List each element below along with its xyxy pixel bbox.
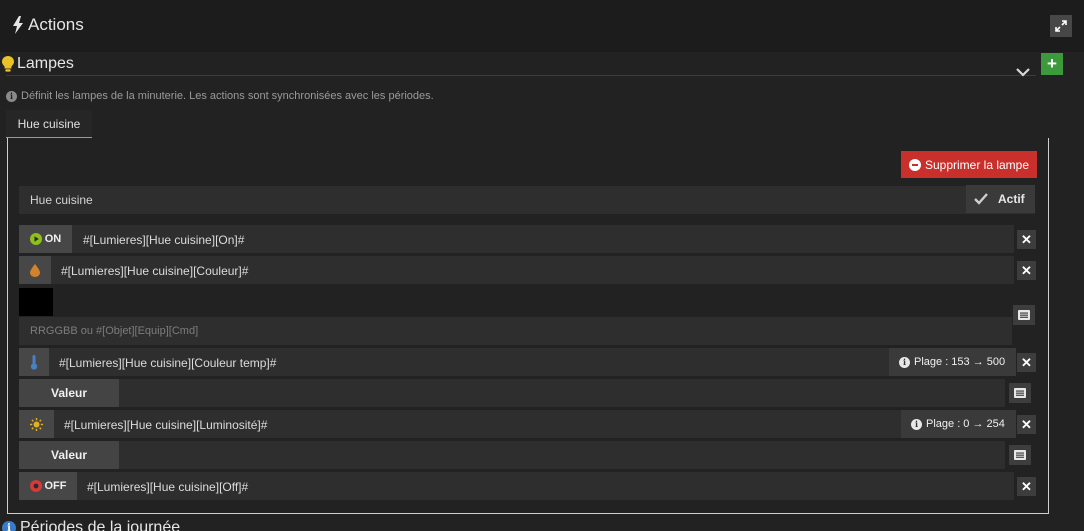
close-icon: ✕ <box>1021 231 1032 247</box>
list-icon <box>1018 310 1030 320</box>
on-command-button[interactable]: ON <box>19 225 72 253</box>
remove-on-button[interactable]: ✕ <box>1017 230 1036 249</box>
couleur-temp-value-button[interactable]: Valeur <box>19 379 119 407</box>
sun-icon <box>30 417 43 431</box>
section-hint: i Définit les lampes de la minuterie. Le… <box>6 90 434 102</box>
expand-button[interactable] <box>1050 15 1072 37</box>
expand-icon <box>1055 20 1067 32</box>
valeur-label: Valeur <box>50 448 88 462</box>
tab-label: Hue cuisine <box>17 116 81 131</box>
luminosite-command-button[interactable] <box>19 410 54 438</box>
couleur-command-button[interactable] <box>19 256 51 284</box>
delete-lamp-label: Supprimer la lampe <box>924 157 1030 172</box>
plus-icon: + <box>1047 54 1057 73</box>
panel-title: Actions <box>12 15 84 35</box>
hint-text: Définit les lampes de la minuterie. Les … <box>21 90 434 102</box>
color-value-placeholder: RRGGBB ou #[Objet][Equip][Cmd] <box>30 325 199 337</box>
select-command-button[interactable] <box>1009 383 1031 403</box>
section-title: Lampes <box>17 55 74 72</box>
info-icon: i <box>899 356 910 368</box>
close-icon: ✕ <box>1021 262 1032 278</box>
valeur-label: Valeur <box>50 386 88 400</box>
list-icon <box>1014 388 1026 398</box>
tab-hue-cuisine[interactable]: Hue cuisine <box>6 110 92 138</box>
close-icon: ✕ <box>1021 354 1032 370</box>
couleur-command-input[interactable]: #[Lumieres][Hue cuisine][Couleur]# <box>61 264 248 278</box>
close-icon: ✕ <box>1021 416 1032 432</box>
luminosite-range: i Plage : 0 → 254 <box>901 410 1016 438</box>
next-section-title: Périodes de la journée <box>20 519 181 531</box>
chevron-down-icon[interactable] <box>1015 64 1031 80</box>
couleur-temp-command-button[interactable] <box>19 348 49 376</box>
select-command-button[interactable] <box>1013 305 1035 325</box>
luminosite-range-text: Plage : 0 → 254 <box>926 418 1005 430</box>
drop-icon <box>30 263 40 277</box>
off-command-button[interactable]: OFF <box>19 472 77 500</box>
section-header-lampes: Lampes <box>2 55 74 73</box>
section-header-periodes[interactable]: i Périodes de la journée <box>2 519 180 531</box>
select-command-button[interactable] <box>1009 445 1031 465</box>
delete-lamp-button[interactable]: Supprimer la lampe <box>901 151 1037 178</box>
couleur-temp-range-text: Plage : 153 → 500 <box>914 356 1006 368</box>
lamp-name-value: Hue cuisine <box>30 193 93 207</box>
panel-title-text: Actions <box>28 15 84 34</box>
remove-luminosite-button[interactable]: ✕ <box>1017 415 1036 434</box>
color-swatch[interactable] <box>19 288 53 316</box>
check-icon <box>974 193 988 205</box>
on-label: ON <box>44 233 62 245</box>
remove-off-button[interactable]: ✕ <box>1017 477 1036 496</box>
actif-checkbox[interactable]: Actif <box>966 185 1035 213</box>
info-icon: i <box>6 90 17 102</box>
play-circle-icon <box>29 233 42 245</box>
minus-circle-icon <box>908 158 921 171</box>
couleur-temp-range: i Plage : 153 → 500 <box>889 348 1016 376</box>
off-command-input[interactable]: #[Lumieres][Hue cuisine][Off]# <box>87 480 248 494</box>
list-icon <box>1014 450 1026 460</box>
lightbulb-icon <box>2 56 14 72</box>
off-label: OFF <box>44 480 67 492</box>
on-command-input[interactable]: #[Lumieres][Hue cuisine][On]# <box>83 233 244 247</box>
info-icon: i <box>2 521 16 531</box>
stop-circle-icon <box>29 480 42 492</box>
section-divider <box>6 75 1036 76</box>
bolt-icon <box>13 16 23 34</box>
panel-header <box>0 0 1084 52</box>
add-lamp-button[interactable]: + <box>1041 53 1063 75</box>
thermometer-icon <box>30 354 38 370</box>
actif-label: Actif <box>998 192 1025 206</box>
close-icon: ✕ <box>1021 478 1032 494</box>
info-icon: i <box>911 418 922 430</box>
remove-couleur-button[interactable]: ✕ <box>1017 261 1036 280</box>
remove-couleur-temp-button[interactable]: ✕ <box>1017 353 1036 372</box>
luminosite-command-input[interactable]: #[Lumieres][Hue cuisine][Luminosité]# <box>64 418 267 432</box>
couleur-temp-value-input[interactable] <box>19 379 1005 407</box>
lamp-name-field[interactable] <box>19 186 1035 214</box>
luminosite-value-button[interactable]: Valeur <box>19 441 119 469</box>
luminosite-value-input[interactable] <box>19 441 1005 469</box>
couleur-temp-command-input[interactable]: #[Lumieres][Hue cuisine][Couleur temp]# <box>59 356 276 370</box>
